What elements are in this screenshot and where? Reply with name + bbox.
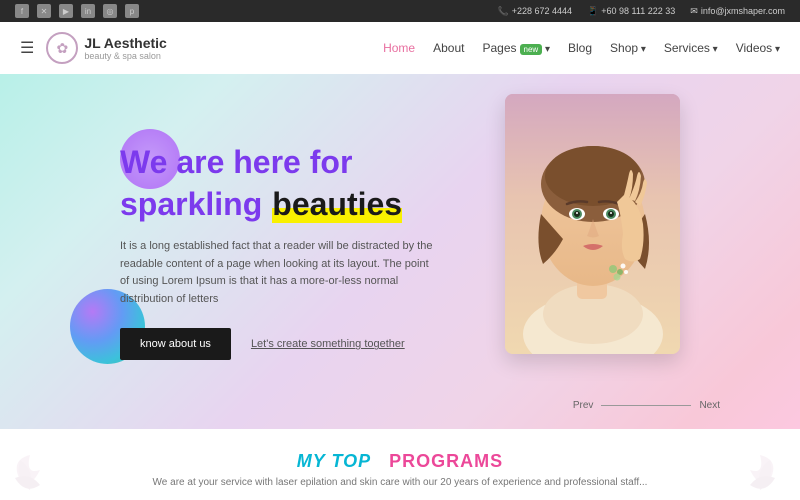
hero-buttons: know about us Let's create something tog… (120, 328, 440, 360)
nav-shop[interactable]: Shop (610, 41, 646, 55)
linkedin-icon[interactable]: in (81, 4, 95, 18)
nav-videos[interactable]: Videos (736, 41, 780, 55)
nav-pages[interactable]: Pagesnew (482, 41, 550, 55)
hero-photo (505, 94, 680, 354)
hamburger-menu[interactable]: ☰ (20, 38, 34, 58)
hero-content: We are here for sparkling beauties It is… (0, 143, 440, 361)
top-bar: f ✕ ▶ in ◎ p 📞 +228 672 4444 📱 +60 98 11… (0, 0, 800, 22)
programs-title: MY TOP PROGRAMS (297, 451, 503, 472)
email: ✉ info@jxmshaper.com (690, 6, 785, 17)
prev-label[interactable]: Prev (573, 400, 594, 411)
contact-info: 📞 +228 672 4444 📱 +60 98 111 222 33 ✉ in… (498, 6, 785, 17)
nav-services[interactable]: Services (664, 41, 718, 55)
instagram-icon[interactable]: ◎ (103, 4, 117, 18)
hero-section: We are here for sparkling beauties It is… (0, 74, 800, 429)
hero-image (505, 94, 680, 354)
pages-badge: new (520, 44, 543, 55)
phone-icon: 📞 (498, 6, 509, 17)
nav-blog[interactable]: Blog (568, 41, 592, 55)
flower-deco-right (710, 440, 800, 500)
next-label[interactable]: Next (699, 400, 720, 411)
phone1: 📞 +228 672 4444 (498, 6, 573, 17)
hero-headline: We are here for (120, 143, 440, 181)
social-links: f ✕ ▶ in ◎ p (15, 4, 139, 18)
hero-description: It is a long established fact that a rea… (120, 238, 440, 308)
create-together-button[interactable]: Let's create something together (251, 338, 405, 350)
email-icon: ✉ (690, 6, 698, 17)
bottom-section: MY TOP PROGRAMS We are at your service w… (0, 429, 800, 500)
logo-icon: ✿ (46, 32, 78, 64)
know-about-us-button[interactable]: know about us (120, 328, 231, 360)
twitter-icon[interactable]: ✕ (37, 4, 51, 18)
prev-next-controls: Prev Next (573, 400, 720, 411)
flower-deco-left (0, 440, 80, 500)
slide-progress-line (601, 405, 691, 407)
youtube-icon[interactable]: ▶ (59, 4, 73, 18)
phone2-icon: 📱 (587, 6, 598, 17)
nav-about[interactable]: About (433, 41, 464, 55)
header-left: ☰ ✿ JL Aesthetic beauty & spa salon (20, 32, 167, 64)
nav-home[interactable]: Home (383, 41, 415, 55)
header: ☰ ✿ JL Aesthetic beauty & spa salon Home… (0, 22, 800, 74)
programs-subtitle: We are at your service with laser epilat… (153, 477, 648, 488)
pinterest-icon[interactable]: p (125, 4, 139, 18)
facebook-icon[interactable]: f (15, 4, 29, 18)
hero-subheadline: sparkling beauties (120, 186, 440, 223)
main-nav: Home About Pagesnew Blog Shop Services V… (383, 41, 780, 55)
phone2: 📱 +60 98 111 222 33 (587, 6, 675, 17)
logo-text: JL Aesthetic beauty & spa salon (84, 35, 166, 61)
logo[interactable]: ✿ JL Aesthetic beauty & spa salon (46, 32, 166, 64)
